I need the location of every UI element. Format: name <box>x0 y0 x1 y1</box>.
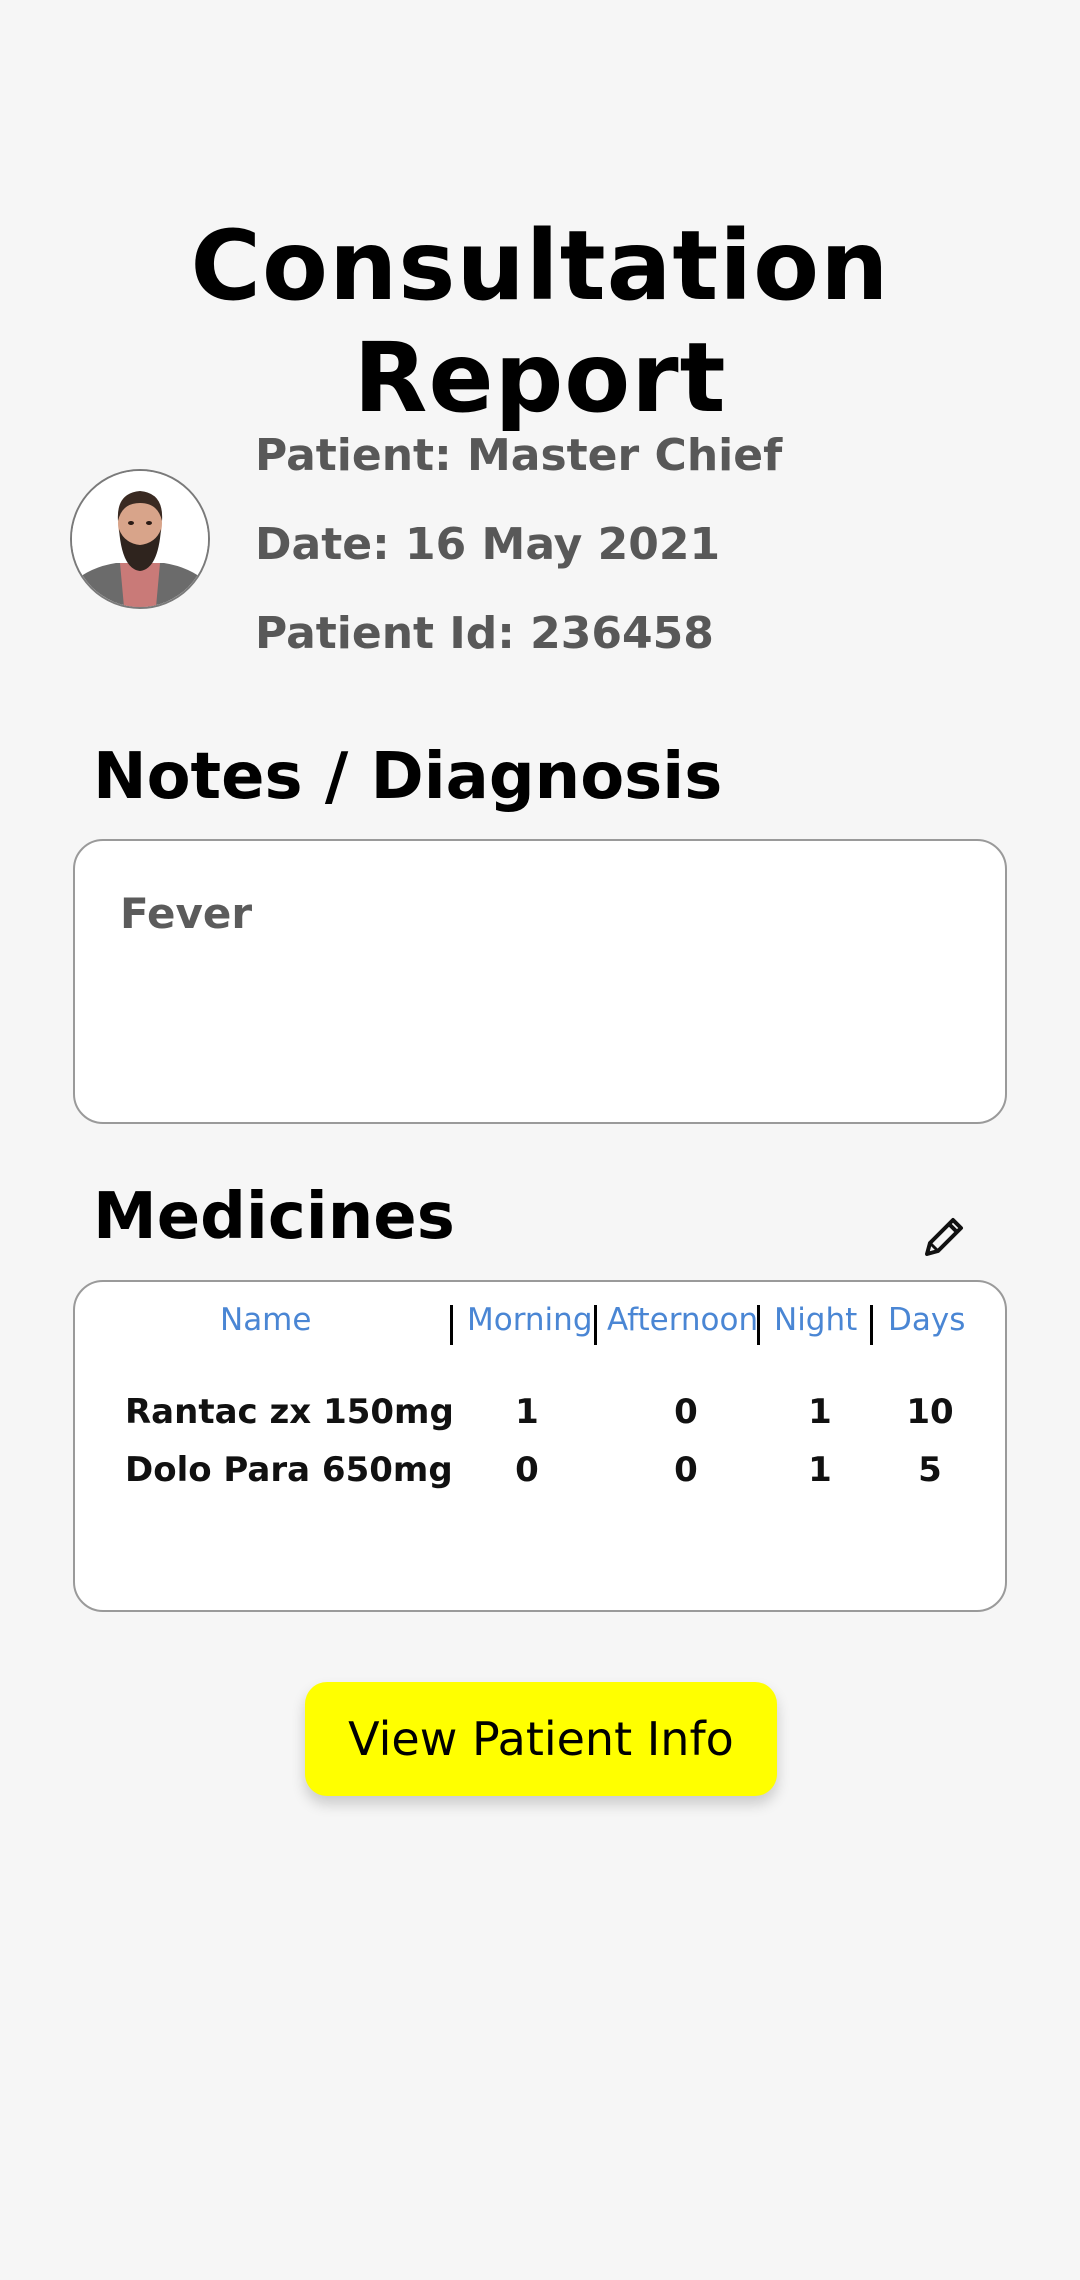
medicine-name: Dolo Para 650mg <box>125 1450 453 1490</box>
column-header-days: Days <box>888 1302 966 1338</box>
notes-text: Fever <box>120 889 253 938</box>
medicine-morning: 0 <box>515 1450 539 1490</box>
patient-avatar <box>70 469 210 609</box>
patient-info: Patient: Master Chief Date: 16 May 2021 … <box>255 425 782 692</box>
consultation-report-screen: Consultation Report Patient: Master Chie… <box>0 0 1080 2280</box>
medicines-section-title: Medicines <box>93 1180 455 1254</box>
patient-avatar-image <box>72 471 208 607</box>
notes-section-title: Notes / Diagnosis <box>93 740 723 814</box>
medicine-morning: 1 <box>515 1392 539 1432</box>
column-header-afternoon: Afternoon <box>607 1302 759 1338</box>
table-row: Rantac zx 150mg 1 0 1 10 <box>75 1392 1009 1442</box>
medicine-night: 1 <box>808 1450 832 1490</box>
medicine-name: Rantac zx 150mg <box>125 1392 454 1432</box>
column-header-morning: Morning <box>467 1302 593 1338</box>
consultation-date: Date: 16 May 2021 <box>255 519 721 570</box>
table-row: Dolo Para 650mg 0 0 1 5 <box>75 1450 1009 1500</box>
patient-name: Patient: Master Chief <box>255 430 783 481</box>
medicines-table: Name Morning Afternoon Night Days Rantac… <box>73 1280 1007 1612</box>
column-divider <box>450 1305 453 1345</box>
patient-id: Patient Id: 236458 <box>255 608 714 659</box>
pencil-icon[interactable] <box>917 1210 971 1264</box>
medicine-afternoon: 0 <box>674 1450 698 1490</box>
column-header-night: Night <box>774 1302 858 1338</box>
column-divider <box>870 1305 873 1345</box>
medicine-days: 10 <box>906 1392 954 1432</box>
column-header-name: Name <box>220 1302 312 1338</box>
medicine-afternoon: 0 <box>674 1392 698 1432</box>
medicine-night: 1 <box>808 1392 832 1432</box>
column-divider <box>757 1305 760 1345</box>
notes-box: Fever <box>73 839 1007 1124</box>
page-title: Consultation Report <box>190 210 890 434</box>
medicine-days: 5 <box>918 1450 942 1490</box>
column-divider <box>594 1305 597 1345</box>
view-patient-info-button[interactable]: View Patient Info <box>305 1682 777 1796</box>
